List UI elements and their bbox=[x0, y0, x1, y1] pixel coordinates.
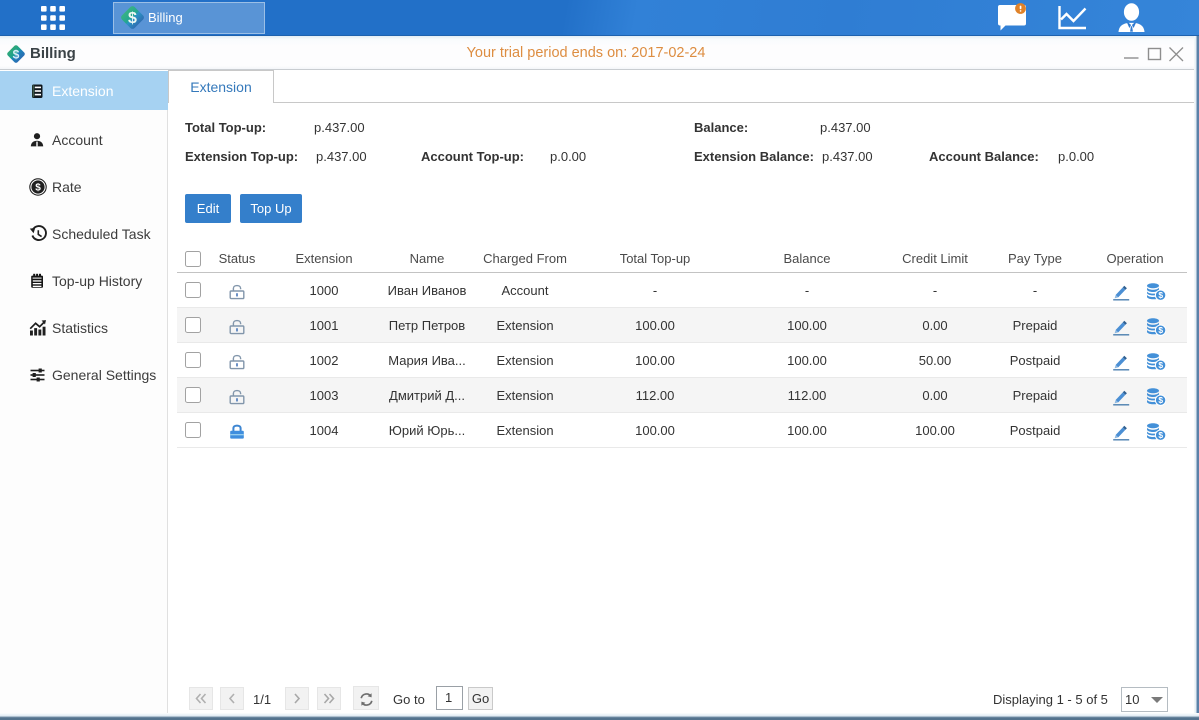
svg-text:$: $ bbox=[35, 182, 41, 193]
svg-text:$: $ bbox=[1158, 430, 1163, 440]
svg-text:$: $ bbox=[128, 10, 137, 27]
svg-text:$: $ bbox=[1158, 290, 1163, 300]
svg-text:$: $ bbox=[1158, 395, 1163, 405]
svg-text:$: $ bbox=[1158, 360, 1163, 370]
svg-text:$: $ bbox=[1158, 325, 1163, 335]
